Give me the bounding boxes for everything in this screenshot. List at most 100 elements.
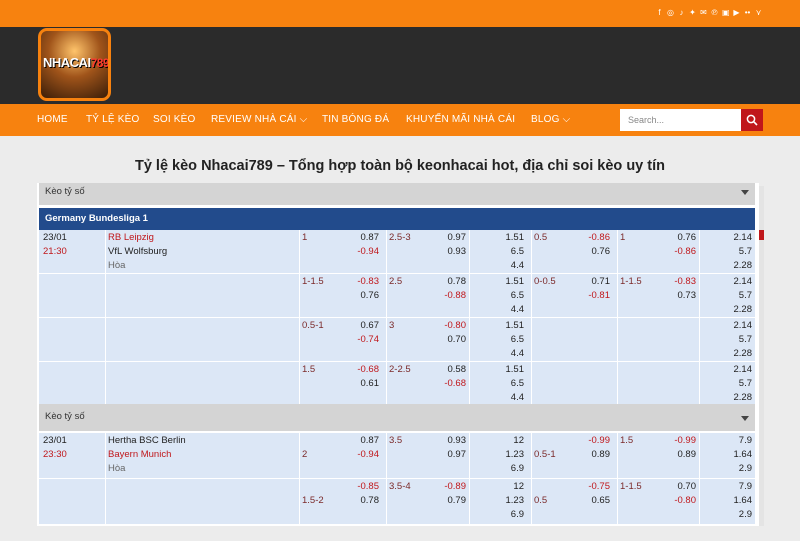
nav-review-nha-cai[interactable]: REVIEW NHÀ CÁI ⌵ xyxy=(211,114,307,125)
odds-value: 1.51 xyxy=(505,232,525,243)
tiktok-icon[interactable]: ♪ xyxy=(678,8,685,17)
odds-value: -0.89 xyxy=(444,481,466,492)
odds-value: -0.86 xyxy=(674,246,696,257)
odds-value: 0.93 xyxy=(447,246,467,257)
odds-value: -0.94 xyxy=(357,246,379,257)
odds-value: 6.9 xyxy=(510,463,524,474)
odds-value: 2.14 xyxy=(733,320,753,331)
search-icon xyxy=(746,114,758,126)
facebook-icon[interactable]: f xyxy=(656,8,663,17)
odds-value: -0.81 xyxy=(588,290,610,301)
odds-value: 5.7 xyxy=(738,334,752,345)
vk-icon[interactable]: ⋎ xyxy=(755,8,762,17)
social-links: f ◎ ♪ ✦ ✉ ℗ ▣ ▶ •• ⋎ xyxy=(656,8,762,17)
odds-value: -0.75 xyxy=(588,481,610,492)
odds-value: 2.14 xyxy=(733,364,753,375)
score-odds-dropdown[interactable]: Kèo tỷ số xyxy=(39,404,755,431)
email-icon[interactable]: ✉ xyxy=(700,8,707,17)
handicap-line: 1-1.5 xyxy=(302,276,324,287)
total-line: 2.5-3 xyxy=(389,232,411,243)
away-team: Bayern Munich xyxy=(108,449,172,460)
odds-value: 5.7 xyxy=(738,378,752,389)
odds-value: 0.87 xyxy=(360,435,380,446)
youtube-icon[interactable]: ▶ xyxy=(733,8,740,17)
home-team: RB Leipzig xyxy=(108,232,154,243)
odds-value: 0.93 xyxy=(447,435,467,446)
nav-khuyen-mai[interactable]: KHUYẾN MÃI NHÀ CÁI xyxy=(406,114,515,125)
score-odds-dropdown[interactable]: Kèo tỷ số xyxy=(39,183,755,205)
odds-value: 0.97 xyxy=(447,232,467,243)
nav-soi-keo[interactable]: SOI KÈO xyxy=(153,114,196,125)
nav-tin-bong-da[interactable]: TIN BÓNG ĐÁ xyxy=(322,114,389,125)
nav-ty-le-keo[interactable]: TỶ LỆ KÈO xyxy=(86,114,140,125)
odds-value: 0.58 xyxy=(447,364,467,375)
instagram-icon[interactable]: ◎ xyxy=(667,8,674,17)
odds-value: 6.9 xyxy=(510,509,524,520)
odds-value: 2.28 xyxy=(733,392,753,403)
top-bar: f ◎ ♪ ✦ ✉ ℗ ▣ ▶ •• ⋎ xyxy=(0,0,800,27)
odds-value: 6.5 xyxy=(510,334,524,345)
odds-value: 0.76 xyxy=(677,232,697,243)
odds-row: 23/01 23:30 Hertha BSC Berlin Bayern Munich… xyxy=(39,433,755,479)
odds-value: 1.64 xyxy=(733,449,753,460)
total-line: 3 xyxy=(389,320,395,331)
odds-table: Kèo tỷ số Germany Bundesliga 1 23/01 21:3… xyxy=(37,183,759,526)
site-logo[interactable]: NHACAI789 xyxy=(38,28,111,101)
total-line: 1-1.5 xyxy=(620,481,642,492)
odds-value: 0.76 xyxy=(360,290,380,301)
odds-row: 1-1.5 -0.83 0.76 2.5 0.78 -0.88 1.51 6.5 4.4 0-0.… xyxy=(39,274,755,318)
total-line: 3.5 xyxy=(389,435,403,446)
odds-value: -0.83 xyxy=(674,276,696,287)
odds-value: 4.4 xyxy=(510,304,524,315)
nav-home[interactable]: HOME xyxy=(37,114,68,125)
handicap-line: 0.5 xyxy=(534,232,548,243)
pinterest-icon[interactable]: ℗ xyxy=(711,8,718,17)
total-line: 1-1.5 xyxy=(620,276,642,287)
odds-value: -0.99 xyxy=(588,435,610,446)
odds-value: 0.70 xyxy=(677,481,697,492)
odds-value: 0.70 xyxy=(447,334,467,345)
odds-row: 23/01 21:30 RB Leipzig VfL Wolfsburg Hòa 1 0.8… xyxy=(39,230,755,274)
linkedin-icon[interactable]: ▣ xyxy=(722,8,730,17)
odds-value: 0.78 xyxy=(447,276,467,287)
odds-value: 1.51 xyxy=(505,364,525,375)
flickr-icon[interactable]: •• xyxy=(744,8,751,17)
site-header xyxy=(0,27,800,104)
odds-row: 0.5-1 0.67 -0.74 3 -0.80 0.70 1.51 6.5 4.4 2.14 5.… xyxy=(39,318,755,362)
odds-value: 12 xyxy=(513,435,524,446)
twitter-icon[interactable]: ✦ xyxy=(689,8,696,17)
odds-value: 0.78 xyxy=(360,495,380,506)
chevron-down-icon: ⌵ xyxy=(299,114,308,125)
handicap-line: 2 xyxy=(302,449,308,460)
odds-row: 1.5 -0.68 0.61 2-2.5 0.58 -0.68 1.51 6.5 4.4 2.14… xyxy=(39,362,755,406)
handicap-line: 0.5-1 xyxy=(302,320,324,331)
odds-value: 7.9 xyxy=(738,435,752,446)
odds-value: 4.4 xyxy=(510,348,524,359)
odds-value: 6.5 xyxy=(510,246,524,257)
nav-blog[interactable]: BLOG ⌵ xyxy=(531,114,570,125)
odds-value: -0.99 xyxy=(674,435,696,446)
odds-value: 6.5 xyxy=(510,290,524,301)
handicap-line: 1.5-2 xyxy=(302,495,324,506)
odds-value: 0.73 xyxy=(677,290,697,301)
odds-value: 0.71 xyxy=(591,276,611,287)
draw-label: Hòa xyxy=(108,260,126,271)
odds-value: 2.28 xyxy=(733,304,753,315)
logo-text: NHACAI xyxy=(43,55,91,70)
search-button[interactable] xyxy=(741,109,763,131)
odds-value: 6.5 xyxy=(510,378,524,389)
handicap-line: 1 xyxy=(302,232,308,243)
odds-value: 5.7 xyxy=(738,246,752,257)
search-input[interactable] xyxy=(620,109,741,131)
caret-down-icon xyxy=(741,416,749,421)
handicap-line: 0-0.5 xyxy=(534,276,556,287)
odds-value: 4.4 xyxy=(510,260,524,271)
odds-value: 5.7 xyxy=(738,290,752,301)
odds-value: -0.80 xyxy=(444,320,466,331)
odds-value: -0.85 xyxy=(357,481,379,492)
odds-value: 0.97 xyxy=(447,449,467,460)
odds-value: -0.80 xyxy=(674,495,696,506)
league-header: Germany Bundesliga 1 xyxy=(39,208,755,230)
chevron-down-icon: ⌵ xyxy=(562,114,571,125)
home-team: Hertha BSC Berlin xyxy=(108,435,186,446)
